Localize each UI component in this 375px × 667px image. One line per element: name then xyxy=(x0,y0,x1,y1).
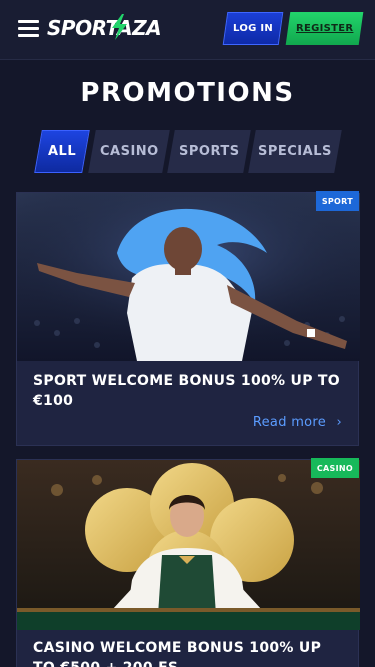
promo-title-sport: SPORT WELCOME BONUS 100% UP TO €100 xyxy=(33,373,340,409)
tab-casino-label: CASINO xyxy=(99,144,159,159)
tab-sports[interactable]: SPORTS xyxy=(167,130,251,173)
login-button[interactable]: LOG IN xyxy=(222,12,284,45)
tab-all-label: ALL xyxy=(47,144,77,159)
promo-title-casino: CASINO WELCOME BONUS 100% UP TO €500 + 2… xyxy=(33,640,322,667)
category-badge-casino: CASINO xyxy=(310,458,359,478)
tab-sports-label: SPORTS xyxy=(178,144,240,159)
chevron-right-icon: › xyxy=(336,415,342,430)
promo-image-casino xyxy=(17,460,360,630)
promo-image-sport xyxy=(17,193,360,361)
brand-logo[interactable]: SPORTAZA xyxy=(47,14,162,46)
lightning-icon xyxy=(112,14,127,40)
read-more-link[interactable]: Read more › xyxy=(253,415,342,430)
tab-casino[interactable]: CASINO xyxy=(88,130,170,173)
register-button[interactable]: REGISTER xyxy=(285,12,364,45)
top-header: SPORTAZA LOG IN REGISTER xyxy=(0,0,375,60)
promo-card-casino[interactable]: CASINO CASINO WELCOME BONUS 100% UP TO €… xyxy=(16,458,360,667)
promo-card-sport[interactable]: SPORT SPORT WELCOME BONUS 100% UP TO €10… xyxy=(16,191,360,446)
register-button-label: REGISTER xyxy=(295,23,354,34)
football-player-illustration xyxy=(17,193,360,361)
casino-dealer-illustration xyxy=(17,460,360,630)
menu-icon[interactable] xyxy=(18,20,39,38)
tab-all[interactable]: ALL xyxy=(34,130,90,173)
login-button-label: LOG IN xyxy=(232,23,274,34)
read-more-label: Read more xyxy=(252,415,327,430)
tab-specials[interactable]: SPECIALS xyxy=(248,130,342,173)
logo-text-sport: SPORT xyxy=(47,16,118,40)
page-title: PROMOTIONS xyxy=(80,78,295,108)
category-badge-sport: SPORT xyxy=(315,191,359,211)
tab-specials-label: SPECIALS xyxy=(258,144,332,159)
